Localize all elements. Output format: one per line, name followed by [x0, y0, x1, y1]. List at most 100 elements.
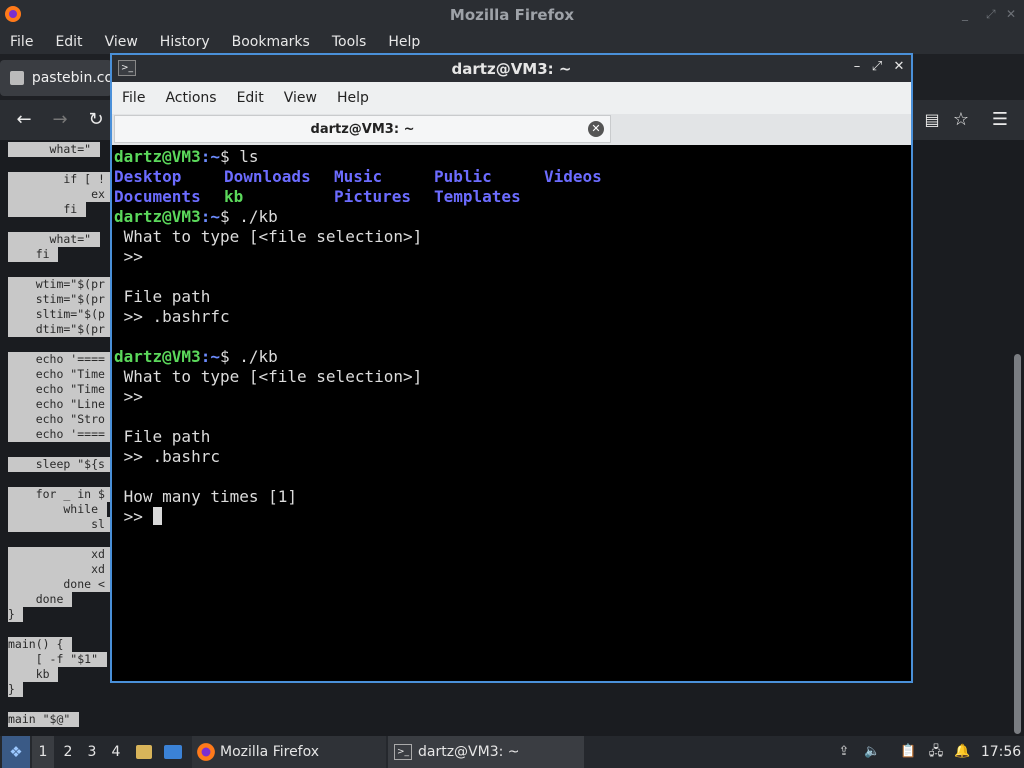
volume-icon[interactable]: 🔈	[864, 744, 880, 760]
start-menu-button[interactable]: ❖	[2, 736, 30, 768]
firefox-window-title: Mozilla Firefox	[449, 5, 575, 24]
taskbar-firefox-label: Mozilla Firefox	[220, 744, 320, 760]
code-line: echo '====	[8, 352, 110, 367]
terminal-line: dartz@VM3:~$ ./kb	[114, 347, 278, 366]
code-line: sltim="$(p	[8, 307, 110, 322]
code-line: echo "Time	[8, 382, 110, 397]
forward-arrow-icon[interactable]: →	[48, 108, 72, 132]
code-line: what="	[8, 142, 100, 157]
code-line: what="	[8, 232, 100, 247]
terminal-tab-label: dartz@VM3: ~	[310, 121, 415, 137]
close-tab-icon[interactable]: ✕	[588, 121, 604, 137]
maximize-icon[interactable]: ⤢	[986, 7, 996, 22]
desktop-icon	[164, 745, 182, 759]
terminal-line: >>	[114, 507, 162, 527]
menu-bookmarks[interactable]: Bookmarks	[232, 34, 310, 50]
terminal-line: >> .bashrfc	[114, 307, 230, 326]
upload-icon[interactable]: ⇪	[836, 744, 852, 760]
code-line: dtim="$(pr	[8, 322, 110, 337]
code-line: kb	[8, 667, 58, 682]
file-manager-launcher[interactable]	[134, 736, 154, 768]
bookmark-star-icon[interactable]: ☆	[949, 108, 973, 132]
term-menu-actions[interactable]: Actions	[165, 90, 216, 106]
show-desktop-button[interactable]	[162, 736, 184, 768]
code-line: main() {	[8, 637, 72, 652]
firefox-titlebar: Mozilla Firefox _ ⤢ ✕	[0, 0, 1024, 29]
code-line: xd	[8, 562, 110, 577]
code-line: xd	[8, 547, 110, 562]
back-arrow-icon[interactable]: ←	[12, 108, 36, 132]
tab-pastebin[interactable]: pastebin.co	[0, 60, 112, 96]
workspace-1[interactable]: 1	[32, 736, 54, 768]
file-manager-icon	[136, 745, 152, 759]
terminal-line: dartz@VM3:~$ ./kb	[114, 207, 278, 226]
text-cursor	[152, 507, 162, 525]
terminal-line: dartz@VM3:~$ ls	[114, 147, 259, 166]
terminal-app-icon: >_	[394, 744, 412, 760]
terminal-tab[interactable]: dartz@VM3: ~ ✕	[114, 115, 611, 143]
menu-history[interactable]: History	[160, 34, 210, 50]
firefox-logo-icon	[197, 743, 215, 761]
terminal-window: >_ dartz@VM3: ~ – ⤢ ✕ File Actions Edit …	[110, 53, 913, 683]
terminal-line: >> .bashrc	[114, 447, 220, 466]
close-icon[interactable]: ✕	[891, 59, 907, 74]
code-line: wtim="$(pr	[8, 277, 110, 292]
menu-view[interactable]: View	[105, 34, 138, 50]
term-menu-edit[interactable]: Edit	[237, 90, 264, 106]
firefox-logo-icon	[5, 6, 21, 22]
taskbar: ❖ 1 2 3 4 Mozilla Firefox >_ dartz@VM3: …	[0, 736, 1024, 768]
terminal-line: File path	[114, 427, 211, 446]
menu-tools[interactable]: Tools	[332, 34, 367, 50]
terminal-menubar: File Actions Edit View Help	[112, 82, 911, 114]
code-line: echo "Stro	[8, 412, 110, 427]
minimize-icon[interactable]: _	[962, 7, 968, 21]
terminal-window-title: dartz@VM3: ~	[451, 59, 572, 78]
firefox-menubar: File Edit View History Bookmarks Tools H…	[0, 29, 1024, 54]
code-line: stim="$(pr	[8, 292, 110, 307]
term-menu-view[interactable]: View	[284, 90, 317, 106]
close-icon[interactable]: ✕	[1006, 7, 1016, 21]
terminal-line: What to type [<file selection>]	[114, 227, 423, 246]
maximize-icon[interactable]: ⤢	[869, 59, 885, 74]
clipboard-icon[interactable]: 📋	[900, 744, 916, 760]
hamburger-menu-icon[interactable]: ☰	[988, 108, 1012, 132]
code-line: [ -f "$1"	[8, 652, 107, 667]
terminal-line: File path	[114, 287, 211, 306]
terminal-line: How many times [1]	[114, 487, 298, 506]
reload-icon[interactable]: ↻	[84, 108, 108, 132]
terminal-line: >>	[114, 247, 143, 266]
minimize-icon[interactable]: –	[849, 59, 865, 74]
menu-file[interactable]: File	[10, 34, 33, 50]
code-line: main "$@"	[8, 712, 79, 727]
pastebin-favicon-icon	[10, 71, 24, 85]
notification-icon[interactable]: 🔔	[954, 744, 970, 760]
code-line: echo "Line	[8, 397, 110, 412]
terminal-line: >>	[114, 387, 143, 406]
network-icon[interactable]: 🖧	[928, 744, 944, 760]
reader-view-icon[interactable]: ▤	[920, 108, 944, 132]
code-line: if [ !	[8, 172, 110, 187]
code-line: fi	[8, 247, 58, 262]
menu-help[interactable]: Help	[388, 34, 420, 50]
menu-edit[interactable]: Edit	[55, 34, 82, 50]
start-menu-icon: ❖	[9, 743, 23, 761]
code-line: ex	[8, 187, 110, 202]
term-menu-file[interactable]: File	[122, 90, 145, 106]
terminal-app-icon: >_	[118, 60, 136, 76]
code-line: for _ in $	[8, 487, 110, 502]
workspace-4[interactable]: 4	[105, 736, 127, 768]
clock[interactable]: 17:56	[978, 736, 1024, 768]
code-line: }	[8, 607, 23, 622]
workspace-2[interactable]: 2	[57, 736, 79, 768]
page-scrollbar-thumb[interactable]	[1014, 354, 1021, 734]
terminal-output[interactable]: dartz@VM3:~$ ls Desktop Downloads Music Pub…	[112, 145, 911, 681]
term-menu-help[interactable]: Help	[337, 90, 369, 106]
code-line: sl	[8, 517, 110, 532]
taskbar-firefox[interactable]: Mozilla Firefox	[192, 736, 386, 768]
terminal-tabbar: dartz@VM3: ~ ✕	[112, 114, 911, 145]
workspace-3[interactable]: 3	[81, 736, 103, 768]
taskbar-terminal[interactable]: >_ dartz@VM3: ~	[388, 736, 584, 768]
code-line: sleep "${s	[8, 457, 110, 472]
code-line: done <	[8, 577, 110, 592]
tab-label: pastebin.co	[31, 70, 112, 86]
